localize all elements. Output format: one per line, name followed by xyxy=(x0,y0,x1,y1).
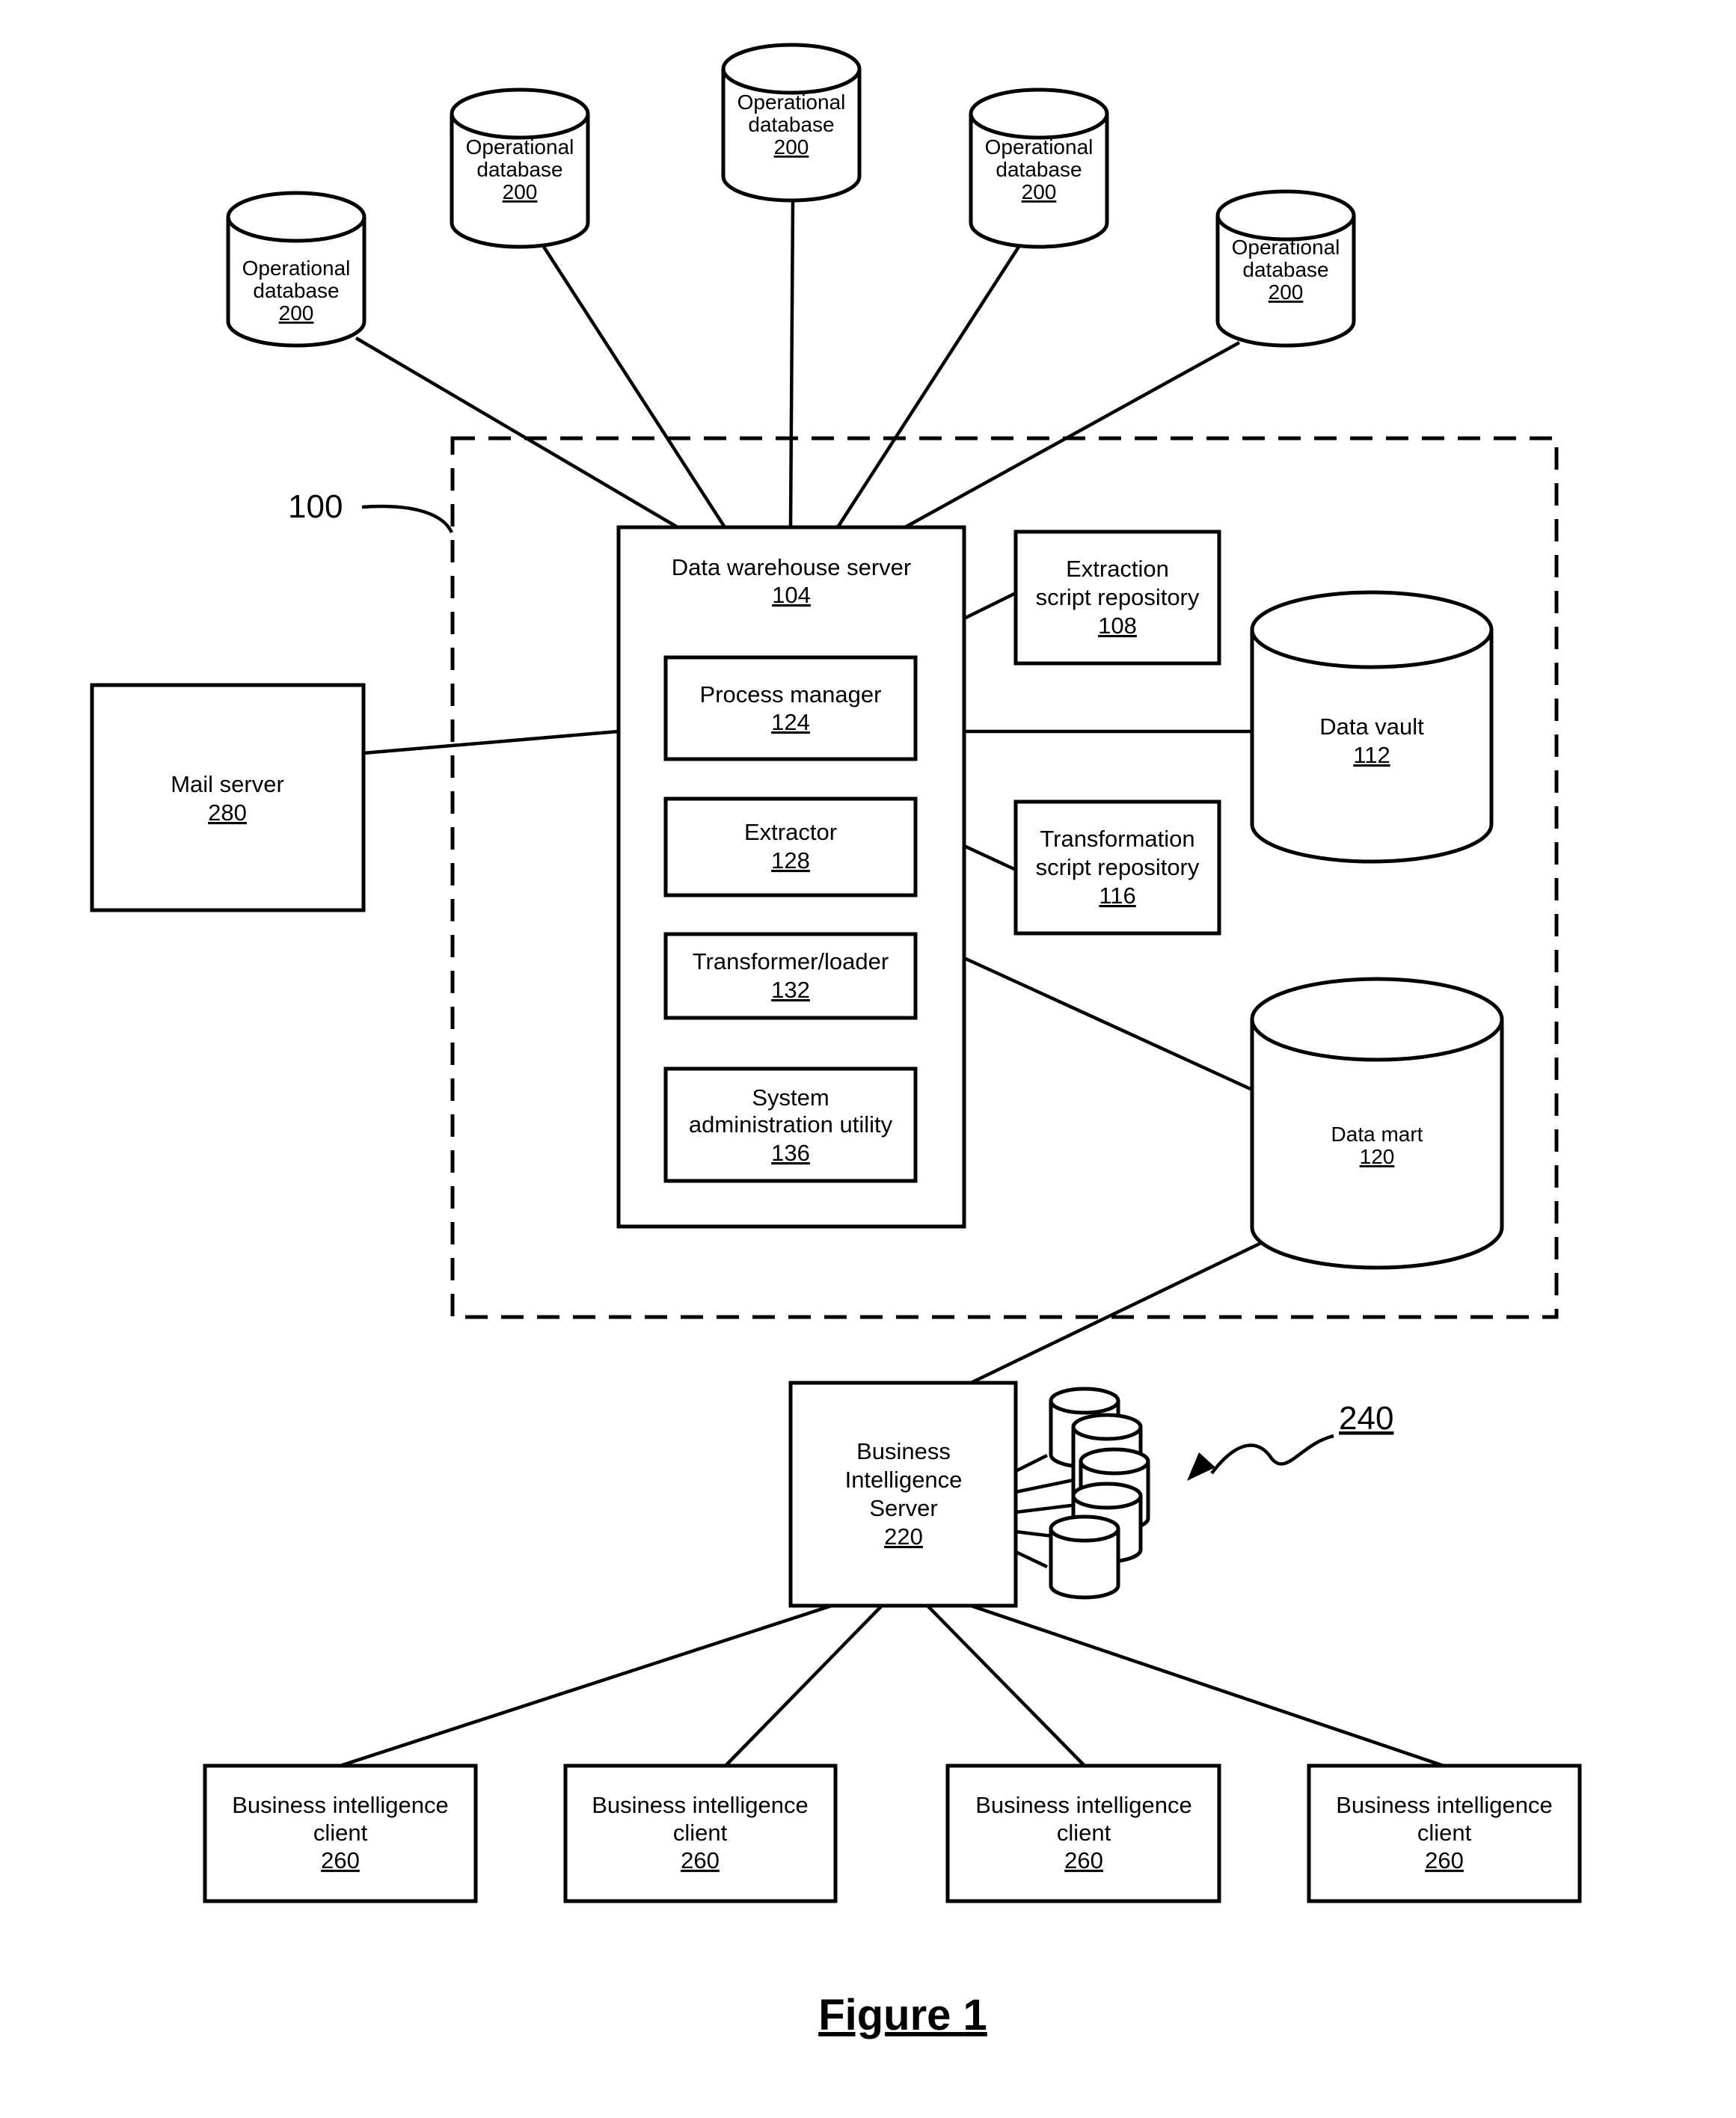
bi-client-label: client xyxy=(1057,1820,1111,1846)
transformer-loader-ref: 132 xyxy=(771,977,810,1003)
link-opdb-2 xyxy=(542,245,726,529)
opdb-ref: 200 xyxy=(1022,180,1057,203)
bi-client: Business intelligence client 260 xyxy=(563,1764,838,1903)
figure-caption: Figure 1 xyxy=(818,1991,987,2039)
operational-database: Operational database 200 xyxy=(450,88,590,249)
bi-client-ref: 260 xyxy=(1425,1847,1464,1873)
dw-server-label: Data warehouse server xyxy=(672,554,912,580)
opdb-label: database xyxy=(253,279,339,302)
bi-server: Business Intelligence Server 220 xyxy=(788,1381,1018,1608)
data-vault-label: Data vault xyxy=(1319,713,1424,740)
transformer-loader: Transformer/loader 132 xyxy=(663,932,918,1020)
link-extraction-repo xyxy=(963,591,1016,621)
data-vault-ref: 112 xyxy=(1353,742,1390,768)
extraction-script-repository: Extraction script repository 108 xyxy=(1013,530,1221,666)
arrow-head-icon xyxy=(1187,1452,1215,1481)
opdb-ref: 200 xyxy=(1269,280,1304,304)
bi-server-label: Intelligence xyxy=(845,1467,963,1493)
data-mart-label: Data mart xyxy=(1331,1123,1423,1146)
data-vault: Data vault 112 xyxy=(1250,590,1494,864)
extraction-repo-ref: 108 xyxy=(1098,613,1137,639)
system-ref-label: 100 xyxy=(288,488,343,525)
bi-client-ref: 260 xyxy=(1064,1847,1103,1873)
link-opdb-3 xyxy=(788,200,795,528)
process-manager: Process manager 124 xyxy=(663,655,918,761)
extraction-repo-label: script repository xyxy=(1036,584,1200,610)
bi-server-ref: 220 xyxy=(884,1523,923,1550)
link-opdb-5 xyxy=(904,341,1241,529)
link-data-mart xyxy=(963,956,1253,1092)
opdb-label: Operational xyxy=(1232,236,1340,259)
bi-client-label: client xyxy=(673,1820,728,1846)
transformation-script-repository: Transformation script repository 116 xyxy=(1013,799,1221,936)
operational-database: Operational database 200 xyxy=(969,88,1109,249)
opdb-label: Operational xyxy=(466,135,574,159)
bi-client-ref: 260 xyxy=(681,1847,720,1873)
bi-client-label: Business intelligence xyxy=(975,1792,1192,1818)
db-cluster-ref-leader xyxy=(1210,1434,1334,1475)
sys-admin-label: System xyxy=(752,1084,829,1111)
opdb-label: database xyxy=(748,113,834,136)
mail-server-ref: 280 xyxy=(208,799,247,826)
sys-admin-ref: 136 xyxy=(771,1140,810,1166)
bi-client-ref: 260 xyxy=(321,1847,360,1873)
opdb-label: Operational xyxy=(985,135,1094,159)
link-bi-client-1 xyxy=(340,1603,832,1768)
operational-database: Operational database 200 xyxy=(226,191,366,348)
operational-database: Operational database 200 xyxy=(1215,189,1356,348)
link-opdb-1 xyxy=(355,337,679,529)
bi-client-label: Business intelligence xyxy=(592,1792,809,1818)
bi-server-label: Business xyxy=(856,1438,951,1464)
opdb-ref: 200 xyxy=(279,301,314,325)
data-warehouse-server: Data warehouse server 104 Process manage… xyxy=(616,525,966,1229)
bi-client: Business intelligence client 260 xyxy=(945,1764,1221,1903)
operational-database: Operational database 200 xyxy=(721,43,862,203)
bi-client-label: Business intelligence xyxy=(1336,1792,1553,1818)
process-manager-label: Process manager xyxy=(700,681,882,707)
bi-server-label: Server xyxy=(869,1495,937,1521)
extraction-repo-label: Extraction xyxy=(1066,556,1169,582)
opdb-ref: 200 xyxy=(503,180,538,203)
link-transformation-repo xyxy=(963,844,1016,872)
bi-client: Business intelligence client 260 xyxy=(1307,1764,1582,1903)
link-bi-client-3 xyxy=(926,1604,1086,1767)
dw-server-ref: 104 xyxy=(772,582,811,608)
link-bi-server xyxy=(970,1241,1262,1385)
mail-server: Mail server 280 xyxy=(90,683,366,912)
bi-client-label: Business intelligence xyxy=(232,1792,449,1818)
transformation-repo-label: Transformation xyxy=(1040,826,1194,852)
transformation-repo-ref: 116 xyxy=(1099,882,1135,909)
system-administration-utility: System administration utility 136 xyxy=(663,1066,918,1183)
extractor-ref: 128 xyxy=(771,847,810,874)
link-bi-client-2 xyxy=(724,1604,883,1767)
opdb-label: database xyxy=(996,158,1082,181)
database-cluster-icon xyxy=(1049,1387,1150,1600)
link-bi-client-4 xyxy=(970,1603,1444,1768)
data-mart-ref: 120 xyxy=(1360,1145,1395,1168)
extractor: Extractor 128 xyxy=(663,796,918,897)
architecture-diagram: 100 Operational database 200 Operational… xyxy=(90,43,1582,2039)
link-opdb-4 xyxy=(836,245,1020,529)
system-ref-leader xyxy=(361,504,454,534)
link-mail-server xyxy=(363,729,619,755)
transformer-loader-label: Transformer/loader xyxy=(693,948,889,974)
opdb-label: Operational xyxy=(737,90,846,114)
bi-client-label: client xyxy=(313,1820,368,1846)
mail-server-label: Mail server xyxy=(171,771,284,797)
bi-client: Business intelligence client 260 xyxy=(203,1764,478,1903)
extractor-label: Extractor xyxy=(744,819,837,845)
opdb-label: database xyxy=(1242,258,1328,281)
bi-client-label: client xyxy=(1417,1820,1472,1846)
db-cluster-ref: 240 xyxy=(1339,1400,1393,1437)
transformation-repo-label: script repository xyxy=(1036,854,1200,880)
process-manager-ref: 124 xyxy=(771,709,810,735)
opdb-ref: 200 xyxy=(774,135,809,159)
data-mart: Data mart 120 xyxy=(1250,977,1504,1270)
opdb-label: Operational xyxy=(242,257,351,280)
opdb-label: database xyxy=(476,158,562,181)
sys-admin-label: administration utility xyxy=(689,1111,893,1138)
